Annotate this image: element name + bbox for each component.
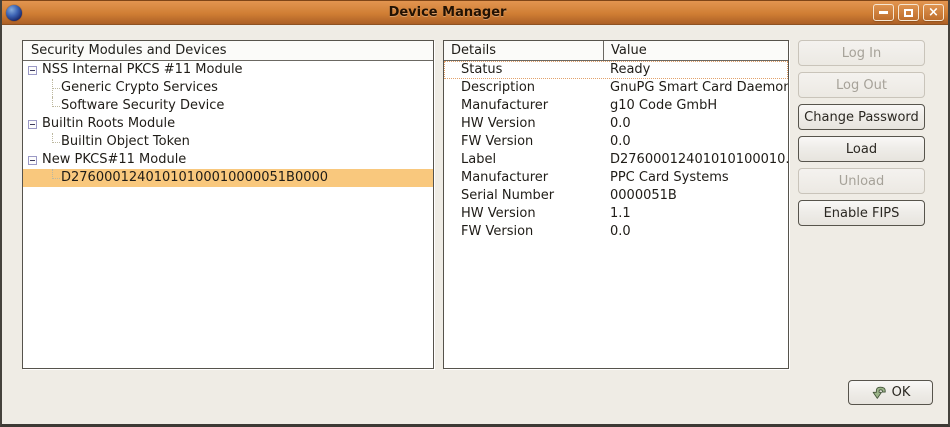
tree-item-label: D27600012401010100010000051B0000 xyxy=(60,169,328,187)
details-row-value: PPC Card Systems xyxy=(604,169,729,187)
expander-minus-icon[interactable] xyxy=(28,120,37,129)
close-icon: × xyxy=(928,6,939,19)
details-body: Status Ready Description GnuPG Smart Car… xyxy=(444,61,788,241)
tree-item-label: New PKCS#11 Module xyxy=(41,151,186,169)
details-row-status[interactable]: Status Ready xyxy=(444,61,788,79)
tree-connector-line xyxy=(46,79,60,97)
expander-minus-icon[interactable] xyxy=(28,66,37,75)
details-row-manufacturer[interactable]: Manufacturer g10 Code GmbH xyxy=(444,97,788,115)
enable-fips-button[interactable]: Enable FIPS xyxy=(798,200,925,226)
minimize-button[interactable] xyxy=(873,4,894,21)
details-row-label[interactable]: Label D27600012401010100010... xyxy=(444,151,788,169)
tree-column-header[interactable]: Security Modules and Devices xyxy=(23,41,433,61)
details-row-value: 0.0 xyxy=(604,133,631,151)
tree-item-generic-crypto-services[interactable]: Generic Crypto Services xyxy=(23,79,433,97)
minimize-icon xyxy=(879,11,888,14)
device-manager-window: Device Manager × Security Modules and De… xyxy=(0,0,950,427)
tree-item-label: NSS Internal PKCS #11 Module xyxy=(41,61,243,79)
load-button[interactable]: Load xyxy=(798,136,925,162)
details-row-label: FW Version xyxy=(444,133,604,151)
details-row-label: Serial Number xyxy=(444,187,604,205)
details-row-hw-version[interactable]: HW Version 1.1 xyxy=(444,205,788,223)
module-action-buttons: Log In Log Out Change Password Load Unload En… xyxy=(798,40,925,226)
details-row-label: Label xyxy=(444,151,604,169)
details-panel: Details Value Status Ready Description G… xyxy=(443,40,789,369)
tree-item-d27600012401010100010000051b0000[interactable]: D27600012401010100010000051B0000 xyxy=(23,169,433,187)
tree-item-label: Builtin Roots Module xyxy=(41,115,175,133)
maximize-button[interactable] xyxy=(898,4,919,21)
details-row-value: GnuPG Smart Card Daemon xyxy=(604,79,788,97)
tree-item-label: Generic Crypto Services xyxy=(60,79,218,97)
globe-icon xyxy=(6,5,22,21)
details-column-header[interactable]: Details xyxy=(444,41,604,60)
details-row-value: 1.1 xyxy=(604,205,631,223)
unload-button[interactable]: Unload xyxy=(798,168,925,194)
details-row-value: 0.0 xyxy=(604,223,631,241)
details-row-value: D27600012401010100010... xyxy=(604,151,788,169)
details-row-label: Manufacturer xyxy=(444,169,604,187)
details-row-description[interactable]: Description GnuPG Smart Card Daemon xyxy=(444,79,788,97)
details-row-label: HW Version xyxy=(444,115,604,133)
details-row-fw-version[interactable]: FW Version 0.0 xyxy=(444,133,788,151)
details-row-value: 0.0 xyxy=(604,115,631,133)
value-column-header[interactable]: Value xyxy=(604,41,788,60)
details-row-value: 0000051B xyxy=(604,187,677,205)
details-row-label: Manufacturer xyxy=(444,97,604,115)
details-row-hw-version[interactable]: HW Version 0.0 xyxy=(444,115,788,133)
maximize-icon xyxy=(904,9,913,17)
tree-item-label: Software Security Device xyxy=(60,97,224,115)
ok-button[interactable]: OK xyxy=(848,380,933,405)
details-row-label: FW Version xyxy=(444,223,604,241)
titlebar[interactable]: Device Manager × xyxy=(0,0,950,25)
return-arrow-icon xyxy=(871,385,887,401)
tree-connector-line xyxy=(46,169,60,187)
tree-item-software-security-device[interactable]: Software Security Device xyxy=(23,97,433,115)
details-row-fw-version[interactable]: FW Version 0.0 xyxy=(444,223,788,241)
window-controls: × xyxy=(873,4,944,21)
details-header-row: Details Value xyxy=(444,41,788,61)
security-modules-tree: Security Modules and Devices NSS Interna… xyxy=(22,40,434,369)
details-row-serial-number[interactable]: Serial Number 0000051B xyxy=(444,187,788,205)
close-button[interactable]: × xyxy=(923,4,944,21)
details-row-label: Status xyxy=(444,61,604,79)
expander-minus-icon[interactable] xyxy=(28,156,37,165)
tree-item-label: Builtin Object Token xyxy=(60,133,190,151)
details-row-label: Description xyxy=(444,79,604,97)
details-row-label: HW Version xyxy=(444,205,604,223)
change-password-button[interactable]: Change Password xyxy=(798,104,925,130)
tree-item-builtin-object-token[interactable]: Builtin Object Token xyxy=(23,133,433,151)
details-row-value: Ready xyxy=(604,61,650,79)
tree-connector-line xyxy=(46,97,60,115)
tree-item-builtin-roots-module[interactable]: Builtin Roots Module xyxy=(23,115,433,133)
tree-item-nss-internal-pkcs-11-module[interactable]: NSS Internal PKCS #11 Module xyxy=(23,61,433,79)
log-in-button[interactable]: Log In xyxy=(798,40,925,66)
tree-item-new-pkcs-11-module[interactable]: New PKCS#11 Module xyxy=(23,151,433,169)
tree-body: NSS Internal PKCS #11 Module Generic Cry… xyxy=(23,61,433,187)
window-title: Device Manager xyxy=(22,5,873,20)
ok-button-label: OK xyxy=(892,385,911,400)
details-row-manufacturer[interactable]: Manufacturer PPC Card Systems xyxy=(444,169,788,187)
tree-connector-line xyxy=(46,133,60,151)
details-row-value: g10 Code GmbH xyxy=(604,97,717,115)
log-out-button[interactable]: Log Out xyxy=(798,72,925,98)
